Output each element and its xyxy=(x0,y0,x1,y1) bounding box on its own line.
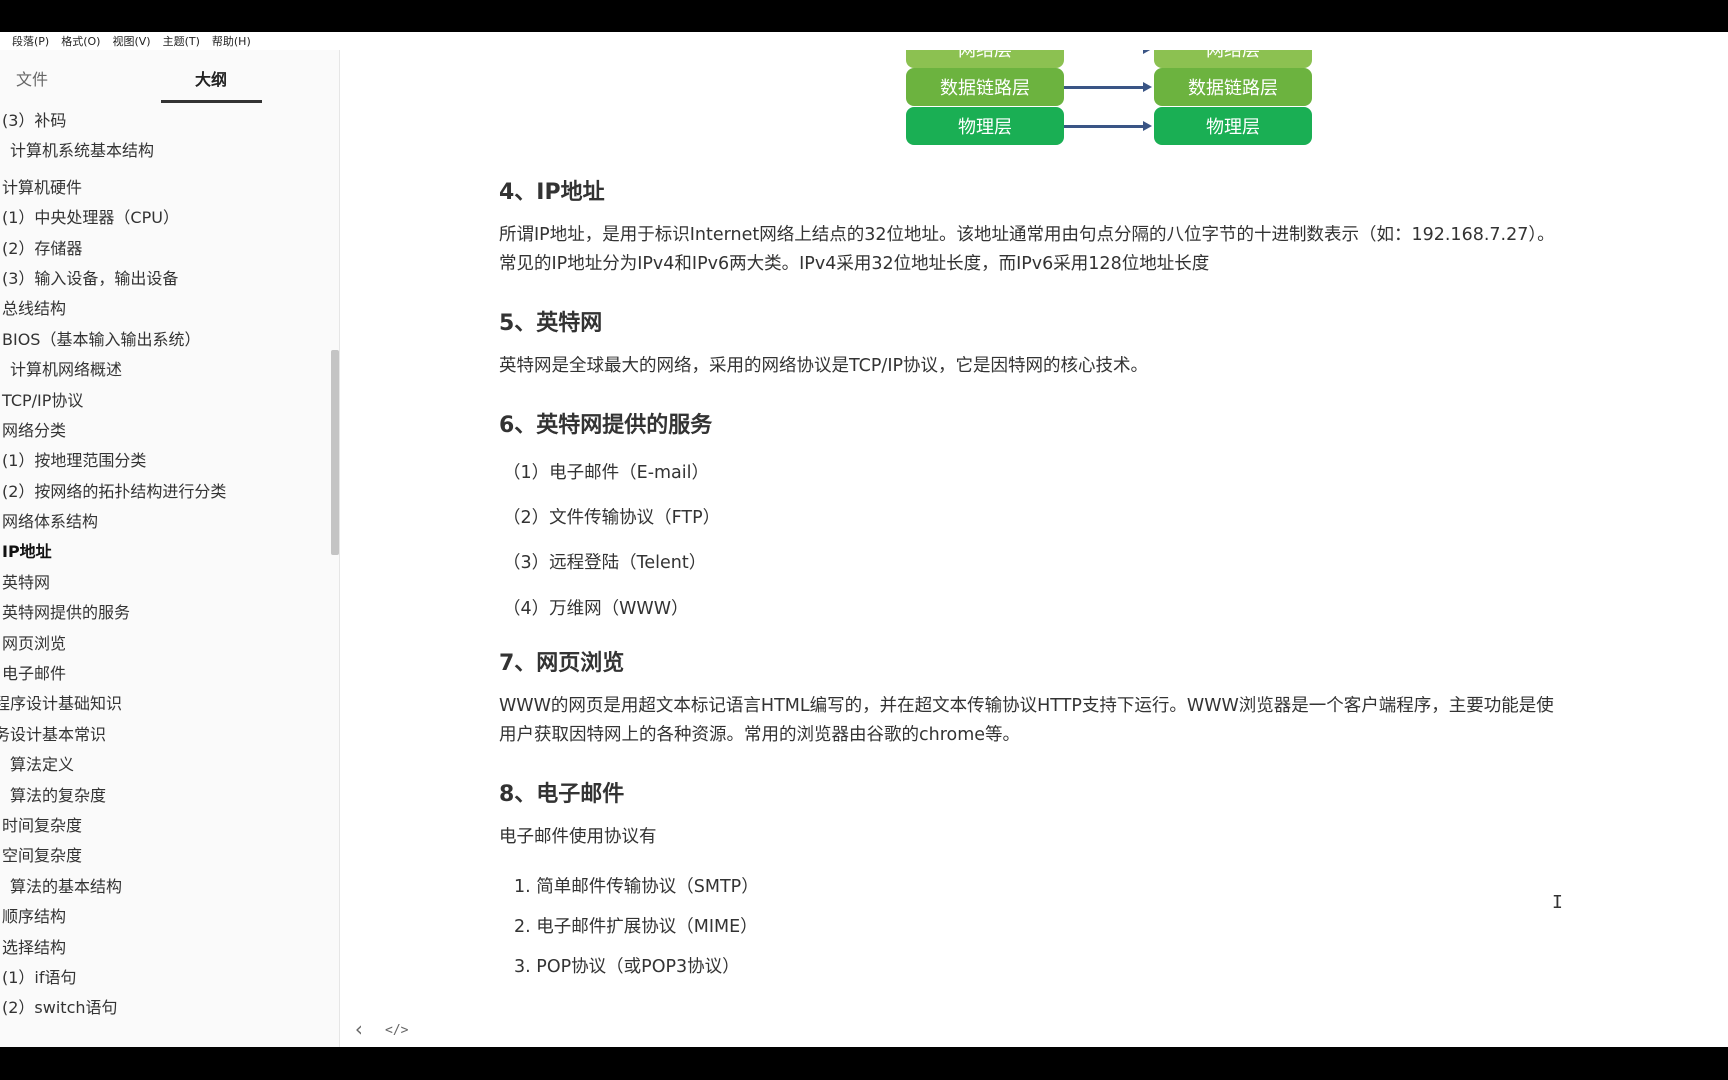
outline-item[interactable]: (2）switch语句 xyxy=(0,993,330,1023)
menu-theme[interactable]: 主题(T) xyxy=(163,33,200,49)
active-tab-indicator xyxy=(161,100,262,103)
paragraph-ip-1: 所谓IP地址，是用于标识Internet网络上结点的32位地址。该地址通常用由句… xyxy=(499,225,1555,245)
outline-item-active[interactable]: IP地址 xyxy=(0,537,330,567)
outline-item[interactable]: 时间复杂度 xyxy=(0,811,330,841)
outline-item[interactable]: (3）输入设备，输出设备 xyxy=(0,264,330,294)
outline-list: (3）补码 计算机系统基本结构 计算机硬件 (1）中央处理器（CPU） (2）存… xyxy=(0,106,330,1024)
outline-item[interactable]: 计算机网络概述 xyxy=(0,355,330,385)
heading-ip-address: 4、IP地址 xyxy=(499,180,605,205)
diagram-node-datalink-left: 数据链路层 xyxy=(906,68,1064,106)
outline-item[interactable]: TCP/IP协议 xyxy=(0,386,330,416)
diagram-arrow-mid xyxy=(1064,82,1152,92)
outline-item[interactable]: (2）存储器 xyxy=(0,234,330,264)
paragraph-ip-2: 常见的IP地址分为IPv4和IPv6两大类。IPv4采用32位地址长度，而IPv… xyxy=(499,254,1210,274)
menu-format[interactable]: 格式(O) xyxy=(61,33,100,49)
outline-item[interactable]: 计算机硬件 xyxy=(0,173,330,203)
service-item: （2）文件传输协议（FTP） xyxy=(503,508,721,528)
text-cursor-icon: I xyxy=(1552,892,1563,913)
outline-item[interactable]: 英特网 xyxy=(0,568,330,598)
heading-internet: 5、英特网 xyxy=(499,311,603,336)
outline-item[interactable]: 务设计基本常识 xyxy=(0,720,330,750)
email-protocol-item: 3. POP协议（或POP3协议） xyxy=(514,957,740,977)
heading-email: 8、电子邮件 xyxy=(499,782,625,807)
menu-view[interactable]: 视图(V) xyxy=(112,33,150,49)
email-protocol-item: 2. 电子邮件扩展协议（MIME） xyxy=(514,917,758,937)
heading-web-browsing: 7、网页浏览 xyxy=(499,651,625,676)
tab-outline[interactable]: 大纲 xyxy=(195,66,227,90)
heading-internet-services: 6、英特网提供的服务 xyxy=(499,413,713,438)
menu-bar: 段落(P) 格式(O) 视图(V) 主题(T) 帮助(H) xyxy=(0,32,1728,50)
diagram-node-physical-left: 物理层 xyxy=(906,107,1064,145)
outline-item[interactable]: (1）中央处理器（CPU） xyxy=(0,203,330,233)
outline-item[interactable]: 网络体系结构 xyxy=(0,507,330,537)
outline-item[interactable]: BIOS（基本输入输出系统） xyxy=(0,325,330,355)
editor-footer: ‹ </> xyxy=(341,1015,1728,1047)
paragraph-web-2: 用户获取因特网上的各种资源。常用的浏览器由谷歌的chrome等。 xyxy=(499,725,1021,745)
outline-item[interactable]: 电子邮件 xyxy=(0,659,330,689)
outline-item[interactable]: 选择结构 xyxy=(0,933,330,963)
diagram-node-datalink-right: 数据链路层 xyxy=(1154,68,1312,106)
service-item: （3）远程登陆（Telent） xyxy=(503,553,707,573)
editor-content[interactable]: 网络层 网络层 数据链路层 数据链路层 物理层 物理层 4、IP地址 所谓IP地… xyxy=(341,50,1728,1047)
outline-item[interactable]: 算法的复杂度 xyxy=(0,781,330,811)
osi-layer-diagram: 网络层 网络层 数据链路层 数据链路层 物理层 物理层 xyxy=(874,50,1312,150)
toggle-sidebar-button[interactable]: ‹ xyxy=(353,1017,365,1041)
outline-item[interactable]: 程序设计基础知识 xyxy=(0,689,330,719)
paragraph-web-1: WWW的网页是用超文本标记语言HTML编写的，并在超文本传输协议HTTP支持下运… xyxy=(499,696,1554,716)
email-protocol-item: 1. 简单邮件传输协议（SMTP） xyxy=(514,877,759,897)
menu-paragraph[interactable]: 段落(P) xyxy=(12,33,49,49)
outline-item[interactable]: 网络分类 xyxy=(0,416,330,446)
diagram-node-network-right: 网络层 xyxy=(1154,50,1312,68)
menu-help[interactable]: 帮助(H) xyxy=(212,33,251,49)
outline-item[interactable]: (2）按网络的拓扑结构进行分类 xyxy=(0,477,330,507)
sidebar-scrollbar-thumb[interactable] xyxy=(331,350,339,555)
paragraph-email: 电子邮件使用协议有 xyxy=(499,827,657,847)
sidebar: 文件 大纲 (3）补码 计算机系统基本结构 计算机硬件 (1）中央处理器（CPU… xyxy=(0,50,340,1047)
outline-item[interactable]: (3）补码 xyxy=(0,106,330,136)
outline-item[interactable]: 算法定义 xyxy=(0,750,330,780)
diagram-node-physical-right: 物理层 xyxy=(1154,107,1312,145)
outline-item[interactable]: 算法的基本结构 xyxy=(0,872,330,902)
outline-item[interactable]: (1）if语句 xyxy=(0,963,330,993)
outline-item[interactable]: 计算机系统基本结构 xyxy=(0,136,330,166)
outline-item[interactable]: 总线结构 xyxy=(0,294,330,324)
outline-item[interactable]: 顺序结构 xyxy=(0,902,330,932)
outline-item[interactable]: 网页浏览 xyxy=(0,629,330,659)
diagram-arrow-bottom xyxy=(1064,121,1152,131)
outline-item[interactable]: 英特网提供的服务 xyxy=(0,598,330,628)
service-item: （4）万维网（WWW） xyxy=(503,599,689,619)
tab-files[interactable]: 文件 xyxy=(16,66,48,90)
outline-item[interactable]: 空间复杂度 xyxy=(0,841,330,871)
source-mode-button[interactable]: </> xyxy=(385,1023,408,1038)
outline-item[interactable]: (1）按地理范围分类 xyxy=(0,446,330,476)
service-item: （1）电子邮件（E-mail） xyxy=(503,463,710,483)
diagram-node-network-left: 网络层 xyxy=(906,50,1064,68)
paragraph-internet: 英特网是全球最大的网络，采用的网络协议是TCP/IP协议，它是因特网的核心技术。 xyxy=(499,356,1149,376)
sidebar-tabs: 文件 大纲 xyxy=(0,50,339,106)
typora-window: 段落(P) 格式(O) 视图(V) 主题(T) 帮助(H) 文件 大纲 (3）补… xyxy=(0,32,1728,1047)
